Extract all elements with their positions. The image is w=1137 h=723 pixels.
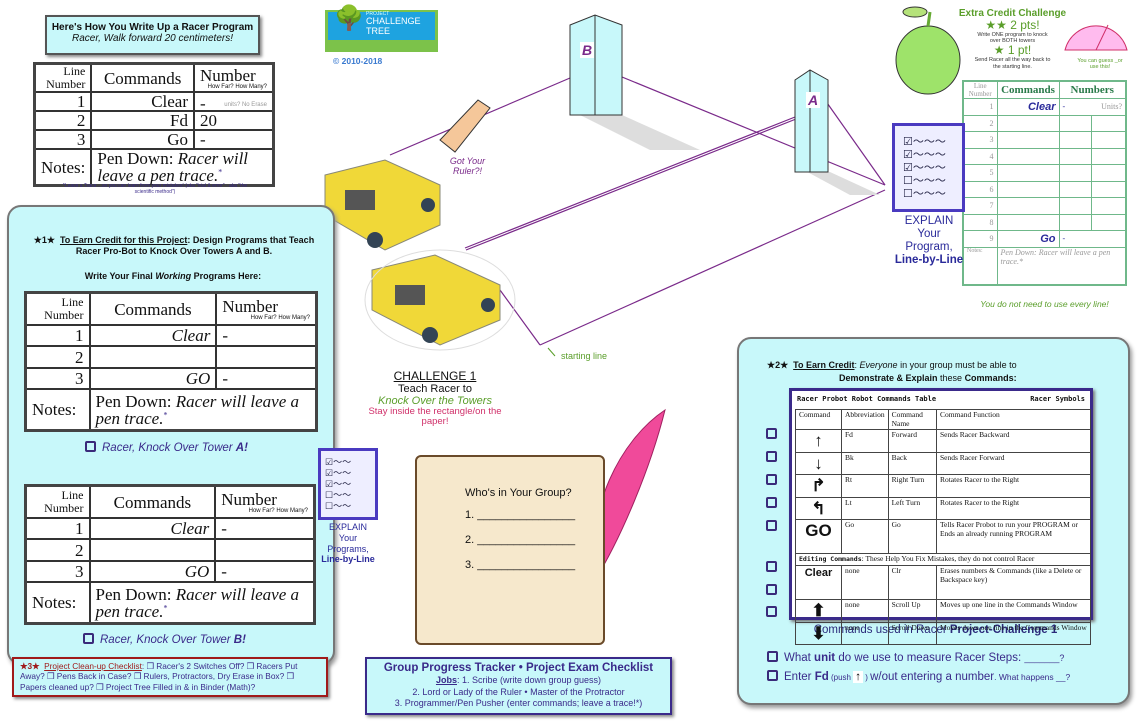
program-table-a: Line Number Commands Number How Far? How Ma…: [24, 291, 318, 432]
checkbox[interactable]: [767, 670, 778, 681]
protractor-note: You can guess _or use this!: [1077, 58, 1123, 70]
command-symbol: ↱: [795, 474, 842, 498]
panel2-heading: ★2★ To Earn Credit: Everyone in your gro…: [767, 360, 1017, 370]
column-header: Command Function: [935, 408, 1092, 431]
table-row[interactable]: 1 Clear - Units?: [962, 98, 1127, 116]
group-progress-tracker: Group Progress Tracker • Project Exam Ch…: [365, 657, 672, 715]
group-scroll: Who's in Your Group? 1. ________________…: [415, 455, 605, 645]
command-symbol: Clear: [795, 565, 842, 601]
checkbox[interactable]: [766, 451, 777, 462]
table-row[interactable]: 2: [962, 114, 1127, 132]
commands-table-box: Racer Probot Robot Commands Table Racer S…: [789, 388, 1093, 646]
checkbox[interactable]: [766, 497, 777, 508]
member-line[interactable]: 1. ________________: [465, 509, 603, 521]
panel1-heading: ★1★ To Earn Credit for this Project: Des…: [33, 235, 315, 256]
column-header: Command: [795, 408, 842, 431]
commands-table: Command Abbreviation Command Name Command F…: [795, 408, 1092, 646]
challenge-text: CHALLENGE 1 Teach Racer to Knock Over th…: [368, 369, 502, 428]
checkbox[interactable]: [766, 584, 777, 595]
question-fd[interactable]: Enter Fd (push ↑ ) w/out entering a numb…: [767, 670, 1070, 683]
table-row: GO Go Go Tells Racer Probot to run your PRO…: [795, 519, 1092, 555]
forward-arrow-icon: ↑: [853, 671, 863, 683]
command-symbol: ↓: [795, 451, 842, 476]
table-row: ↓ Bk Back Sends Racer Forward: [795, 451, 1092, 476]
command-symbol: ⬇: [795, 621, 842, 646]
tower-shadow: [570, 110, 700, 150]
table-row[interactable]: 4: [962, 147, 1127, 165]
task-tower-a[interactable]: Racer, Knock Over Tower A!: [85, 441, 248, 454]
table-row[interactable]: 5: [962, 164, 1127, 182]
checklist-icon: ☑～～ ☑～～ ☑～～ ☐～～ ☐～～: [318, 448, 378, 520]
table-row[interactable]: 8: [962, 213, 1127, 231]
command-symbol: ⬆: [795, 599, 842, 623]
column-header: Command Name: [887, 408, 937, 431]
table-row[interactable]: 1 Clear -: [24, 324, 318, 348]
explain-program-note: EXPLAIN Your Program, Line-by-Line: [894, 215, 964, 266]
member-line[interactable]: 2. ________________: [465, 534, 603, 546]
explain-programs-note: EXPLAIN Your Programs, Line-by-Line: [321, 522, 375, 565]
extra-credit-table: Line Number Commands Numbers 1 Clear - Units?…: [962, 80, 1127, 286]
checkbox[interactable]: [83, 633, 94, 644]
task-tower-b[interactable]: Racer, Knock Over Tower B!: [83, 633, 246, 646]
question-unit[interactable]: What unit do we use to measure Racer Ste…: [767, 651, 1064, 664]
editing-commands-label: Editing Commands: These Help You Fix Mis…: [795, 553, 1091, 567]
table-row: ↑ Fd Forward Sends Racer Backward: [795, 429, 1092, 453]
table-row[interactable]: 7: [962, 197, 1127, 215]
column-header: Abbreviation: [841, 408, 889, 431]
checkbox[interactable]: [766, 474, 777, 485]
table-row[interactable]: 2: [24, 345, 318, 369]
ruler-note: Got Your Ruler?!: [449, 156, 486, 176]
member-line[interactable]: 3. ________________: [465, 559, 603, 571]
tower-b: [569, 14, 623, 116]
extra-credit-info: Extra Credit Challenge ★★ 2 pts! Write O…: [958, 8, 1067, 70]
racer-car-icon: [324, 159, 441, 251]
command-symbol: ↰: [795, 496, 842, 521]
ruler-icon: [439, 99, 491, 153]
table-row: Clear none Clr Erases numbers & Commands (l…: [795, 565, 1092, 601]
write-programs-label: Write Your Final Working Programs Here:: [84, 271, 262, 281]
table-row[interactable]: 3 GO -: [24, 366, 318, 391]
racer-car-icon: [371, 254, 501, 346]
cleanup-checklist: ★3★ Project Clean-up Checklist: ❒ Racer'…: [12, 657, 328, 697]
table-row: ↱ Rt Right Turn Rotates Racer to the Right: [795, 474, 1092, 498]
extra-credit-footer: You do not need to use every line!: [980, 299, 1109, 309]
table-row[interactable]: 6: [962, 180, 1127, 198]
scroll-title: Who's in Your Group?: [465, 487, 572, 499]
field-line: [499, 289, 541, 346]
table-row[interactable]: 2: [24, 538, 316, 562]
checkbox[interactable]: [766, 428, 777, 439]
checkbox[interactable]: [766, 520, 777, 531]
checkbox[interactable]: [766, 561, 777, 572]
checkbox[interactable]: [85, 441, 96, 452]
table-row: ↰ Lt Left Turn Rotates Racer to the Right: [795, 496, 1092, 521]
table-row: ⬆ none Scroll Up Moves up one line in the C…: [795, 599, 1092, 623]
command-symbol: GO: [795, 519, 842, 555]
tower-b-label: B: [580, 42, 595, 58]
checkbox[interactable]: [767, 651, 778, 662]
starting-line-mark: [547, 347, 556, 357]
table-row[interactable]: 3 GO -: [24, 559, 316, 584]
checklist-icon: ☑～～～ ☑～～～ ☑～～～ ☐～～～ ☐～～～: [892, 123, 965, 212]
table-row[interactable]: 1 Clear -: [24, 517, 316, 541]
program-table-b: Line Number Commands Number How Far? How Ma…: [24, 484, 316, 625]
commands-table-title: Racer Probot Robot Commands Table: [797, 395, 937, 403]
checkbox[interactable]: [766, 606, 777, 617]
table-row: ⬇ none Scroll Down Moves down one line in t…: [795, 621, 1092, 646]
starting-line-label: starting line: [561, 351, 608, 361]
table-row[interactable]: 9 Go -: [962, 230, 1127, 248]
table-row[interactable]: 3: [962, 131, 1127, 149]
tower-a: [794, 69, 829, 173]
tower-a-label: A: [806, 92, 821, 108]
field-line: [539, 189, 886, 346]
command-symbol: ↑: [795, 429, 842, 453]
